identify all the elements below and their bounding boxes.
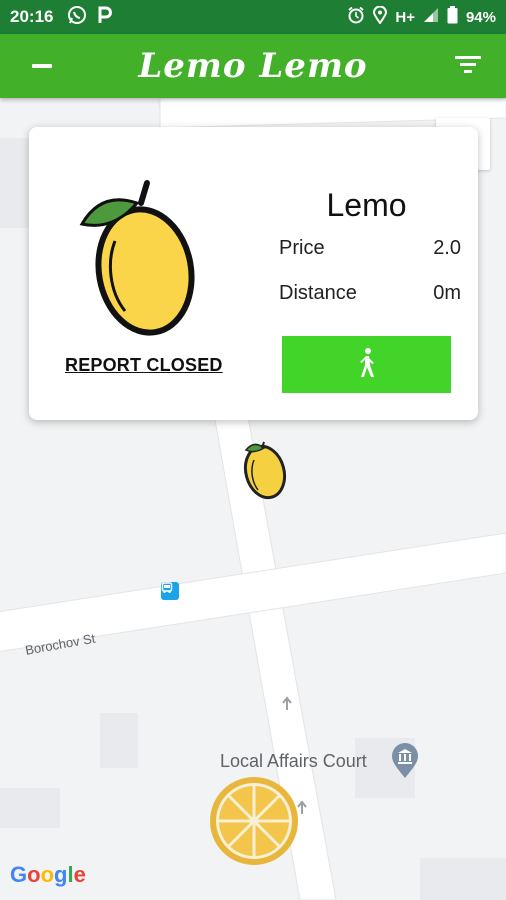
alarm-icon (347, 6, 365, 28)
app-bar: Lemo Lemo (0, 34, 506, 98)
price-row: Price 2.0 (279, 237, 461, 260)
bus-stop-icon[interactable] (161, 582, 179, 600)
parking-app-icon (97, 5, 113, 30)
signal-icon (423, 7, 439, 27)
lemo-name: Lemo (326, 187, 407, 223)
battery-icon (447, 6, 458, 28)
price-value: 2.0 (433, 237, 461, 259)
report-closed-link[interactable]: REPORT CLOSED (65, 355, 223, 376)
google-logo: Google (10, 862, 86, 887)
whatsapp-icon (67, 5, 87, 30)
price-label: Price (279, 237, 325, 259)
location-icon (373, 5, 388, 28)
battery-percent: 94% (465, 8, 496, 26)
status-bar: 20:16 H+ 94% (0, 0, 506, 34)
status-time: 20:16 (10, 7, 54, 26)
filter-icon (455, 54, 481, 79)
filter-button[interactable] (446, 34, 490, 98)
walking-person-icon (356, 347, 378, 382)
distance-label: Distance (279, 282, 357, 304)
minus-menu-icon (32, 64, 52, 68)
poi-label[interactable]: Local Affairs Court (220, 751, 367, 772)
app-title: Lemo Lemo (138, 46, 368, 86)
distance-value: 0m (433, 282, 461, 304)
lemo-info-card: REPORT CLOSED Lemo Price 2.0 Distance 0m (29, 127, 478, 420)
network-type: H+ (395, 8, 415, 26)
distance-row: Distance 0m (279, 282, 461, 305)
menu-button[interactable] (22, 34, 62, 98)
lemon-icon (79, 179, 204, 339)
walk-navigate-button[interactable] (282, 336, 451, 393)
